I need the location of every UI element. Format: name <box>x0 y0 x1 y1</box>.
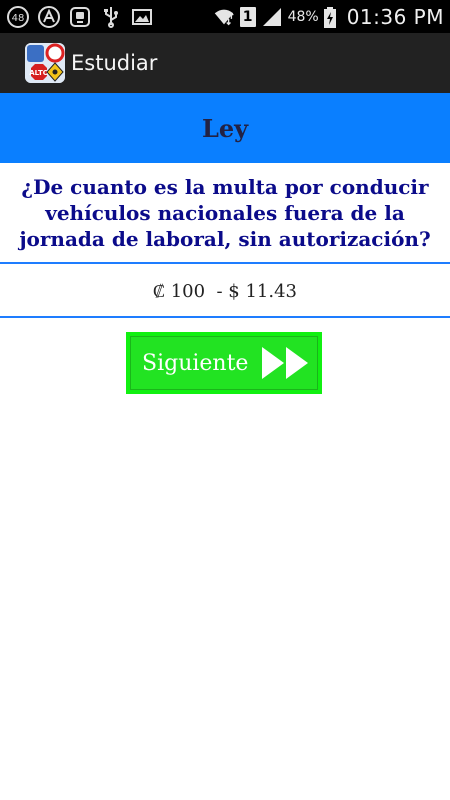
app-title: Estudiar <box>71 51 158 75</box>
assistant-icon <box>37 5 61 29</box>
app-icon <box>68 5 92 29</box>
logo-stop-text: ALTO <box>29 69 48 77</box>
divider-bottom <box>0 316 450 318</box>
wifi-icon <box>212 5 236 29</box>
notification-count: 48 <box>12 13 25 24</box>
fast-forward-icon <box>258 343 314 383</box>
answer-text: ₡ 100 - $ 11.43 <box>152 280 298 302</box>
notification-badge-icon: 48 <box>6 5 30 29</box>
battery-percentage: 48% <box>287 8 319 25</box>
status-bar: 48 1 48% 01:36 PM <box>0 0 450 33</box>
divider-top <box>0 262 450 264</box>
category-title: Ley <box>201 113 249 143</box>
status-bar-notifications: 48 <box>6 4 154 29</box>
signal-icon <box>260 5 284 29</box>
image-icon <box>130 5 154 29</box>
status-time: 01:36 PM <box>346 4 444 29</box>
app-logo[interactable]: ALTO <box>25 43 65 83</box>
sim-icon: 1 <box>239 6 256 27</box>
sim-label: 1 <box>242 8 253 25</box>
app-bar: ALTO Estudiar <box>0 33 450 93</box>
status-bar-system: 1 48% 01:36 PM <box>212 4 444 29</box>
question-text: ¿De cuanto es la multa por conducir vehí… <box>19 175 431 251</box>
usb-icon <box>99 5 123 29</box>
category-header: Ley <box>0 93 450 163</box>
battery-icon <box>323 5 337 29</box>
next-button[interactable]: Siguiente <box>126 332 322 394</box>
next-button-label: Siguiente <box>142 350 249 376</box>
